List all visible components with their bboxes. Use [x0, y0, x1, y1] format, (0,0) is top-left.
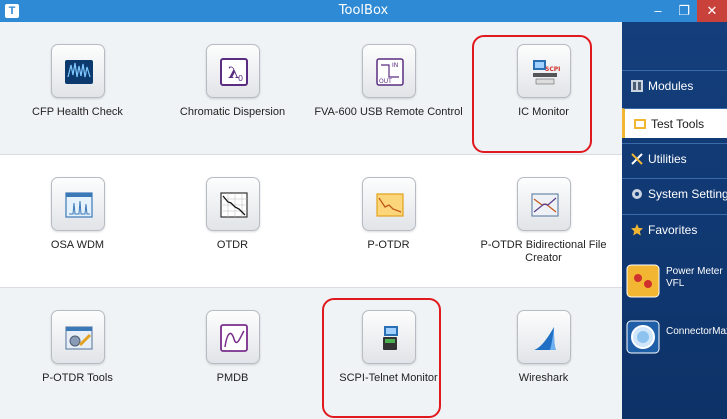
- tool-grid: CFP Health Check λ 0 Chromatic Dispersio…: [0, 22, 622, 419]
- p-otdr-icon: [376, 193, 404, 217]
- tile-fva-600[interactable]: IN OUT FVA-600 USB Remote Control: [311, 22, 466, 154]
- close-button[interactable]: ✕: [697, 0, 727, 22]
- sidebar-app-connectormax[interactable]: ConnectorMax: [622, 314, 727, 362]
- tile-label: OSA WDM: [50, 239, 105, 251]
- cfp-health-check-button[interactable]: [51, 44, 105, 98]
- svg-text:IN: IN: [392, 62, 398, 69]
- sidebar-item-label: Test Tools: [651, 117, 705, 131]
- tile-p-otdr[interactable]: P-OTDR: [311, 155, 466, 287]
- title-bar: T ToolBox – ❐ ✕: [0, 0, 727, 22]
- sidebar-item-label: Modules: [648, 79, 694, 93]
- sidebar-app-label: Power Meter: [666, 266, 723, 277]
- p-otdr-button[interactable]: [362, 177, 416, 231]
- tile-p-otdr-bidirectional[interactable]: P-OTDR Bidirectional File Creator: [466, 155, 621, 287]
- pmdb-button[interactable]: [206, 310, 260, 364]
- connectormax-icon: [626, 320, 660, 354]
- highlight-ic-monitor: [472, 35, 592, 153]
- sidebar-item-label: Utilities: [648, 152, 687, 166]
- tile-p-otdr-tools[interactable]: P-OTDR Tools: [0, 288, 155, 419]
- tile-label: Chromatic Dispersion: [179, 106, 286, 118]
- p-otdr-tools-icon: [65, 326, 93, 350]
- tile-pmdb[interactable]: PMDB: [155, 288, 310, 419]
- maximize-button[interactable]: ❐: [671, 0, 697, 22]
- svg-text:OUT: OUT: [379, 78, 392, 85]
- tile-cfp-health-check[interactable]: CFP Health Check: [0, 22, 155, 154]
- power-meter-vfl-icon: [626, 264, 660, 298]
- sidebar-item-label: System Settings: [648, 187, 727, 201]
- osa-wdm-button[interactable]: [51, 177, 105, 231]
- system-settings-icon: [632, 189, 642, 199]
- tile-label: FVA-600 USB Remote Control: [314, 106, 463, 118]
- fva-600-icon: IN OUT: [376, 58, 404, 86]
- window-title: ToolBox: [338, 3, 389, 18]
- sidebar-app-power-meter-vfl[interactable]: Power Meter VFL: [622, 258, 727, 306]
- tile-label: Wireshark: [518, 372, 569, 384]
- tile-label: OTDR: [216, 239, 249, 251]
- modules-icon: [631, 80, 643, 92]
- tile-otdr[interactable]: OTDR: [155, 155, 310, 287]
- chromatic-dispersion-icon: λ 0: [220, 58, 248, 86]
- osa-wdm-icon: [65, 192, 93, 218]
- sidebar-item-label: Favorites: [648, 223, 698, 237]
- tile-osa-wdm[interactable]: OSA WDM: [0, 155, 155, 287]
- tile-label: CFP Health Check: [32, 106, 123, 118]
- p-otdr-tools-button[interactable]: [51, 310, 105, 364]
- highlight-scpi-telnet-monitor: [322, 298, 441, 418]
- sidebar-item-utilities[interactable]: Utilities: [622, 143, 727, 173]
- wireshark-button[interactable]: [517, 310, 571, 364]
- chromatic-dispersion-button[interactable]: λ 0: [206, 44, 260, 98]
- otdr-icon: [220, 192, 248, 218]
- sidebar-item-test-tools[interactable]: Test Tools: [622, 108, 727, 138]
- tile-label: P-OTDR Bidirectional File Creator: [480, 239, 607, 264]
- p-otdr-bidirectional-button[interactable]: [517, 177, 571, 231]
- favorites-icon: [631, 224, 643, 236]
- svg-text:0: 0: [238, 74, 243, 83]
- wireshark-icon: [534, 327, 556, 350]
- sidebar-item-favorites[interactable]: Favorites: [622, 214, 727, 244]
- fva-600-button[interactable]: IN OUT: [362, 44, 416, 98]
- sidebar-item-system-settings[interactable]: System Settings: [622, 178, 727, 208]
- minimize-button[interactable]: –: [645, 0, 671, 22]
- test-tools-icon: [634, 119, 646, 129]
- tile-chromatic-dispersion[interactable]: λ 0 Chromatic Dispersion: [155, 22, 310, 154]
- utilities-icon: [631, 153, 643, 165]
- pmdb-icon: [220, 324, 248, 352]
- sidebar-app-label: ConnectorMax: [666, 326, 727, 337]
- sidebar-item-modules[interactable]: Modules: [622, 70, 727, 100]
- otdr-button[interactable]: [206, 177, 260, 231]
- tile-label: P-OTDR: [367, 239, 410, 251]
- tile-wireshark[interactable]: Wireshark: [466, 288, 621, 419]
- sidebar-app-label: VFL: [666, 278, 685, 289]
- sidebar: Modules Test Tools Utilities System Sett…: [622, 22, 727, 419]
- tile-label: P-OTDR Tools: [42, 372, 113, 384]
- tile-label: PMDB: [216, 372, 249, 384]
- p-otdr-bidirectional-icon: [531, 193, 559, 217]
- cfp-health-check-icon: [65, 60, 93, 84]
